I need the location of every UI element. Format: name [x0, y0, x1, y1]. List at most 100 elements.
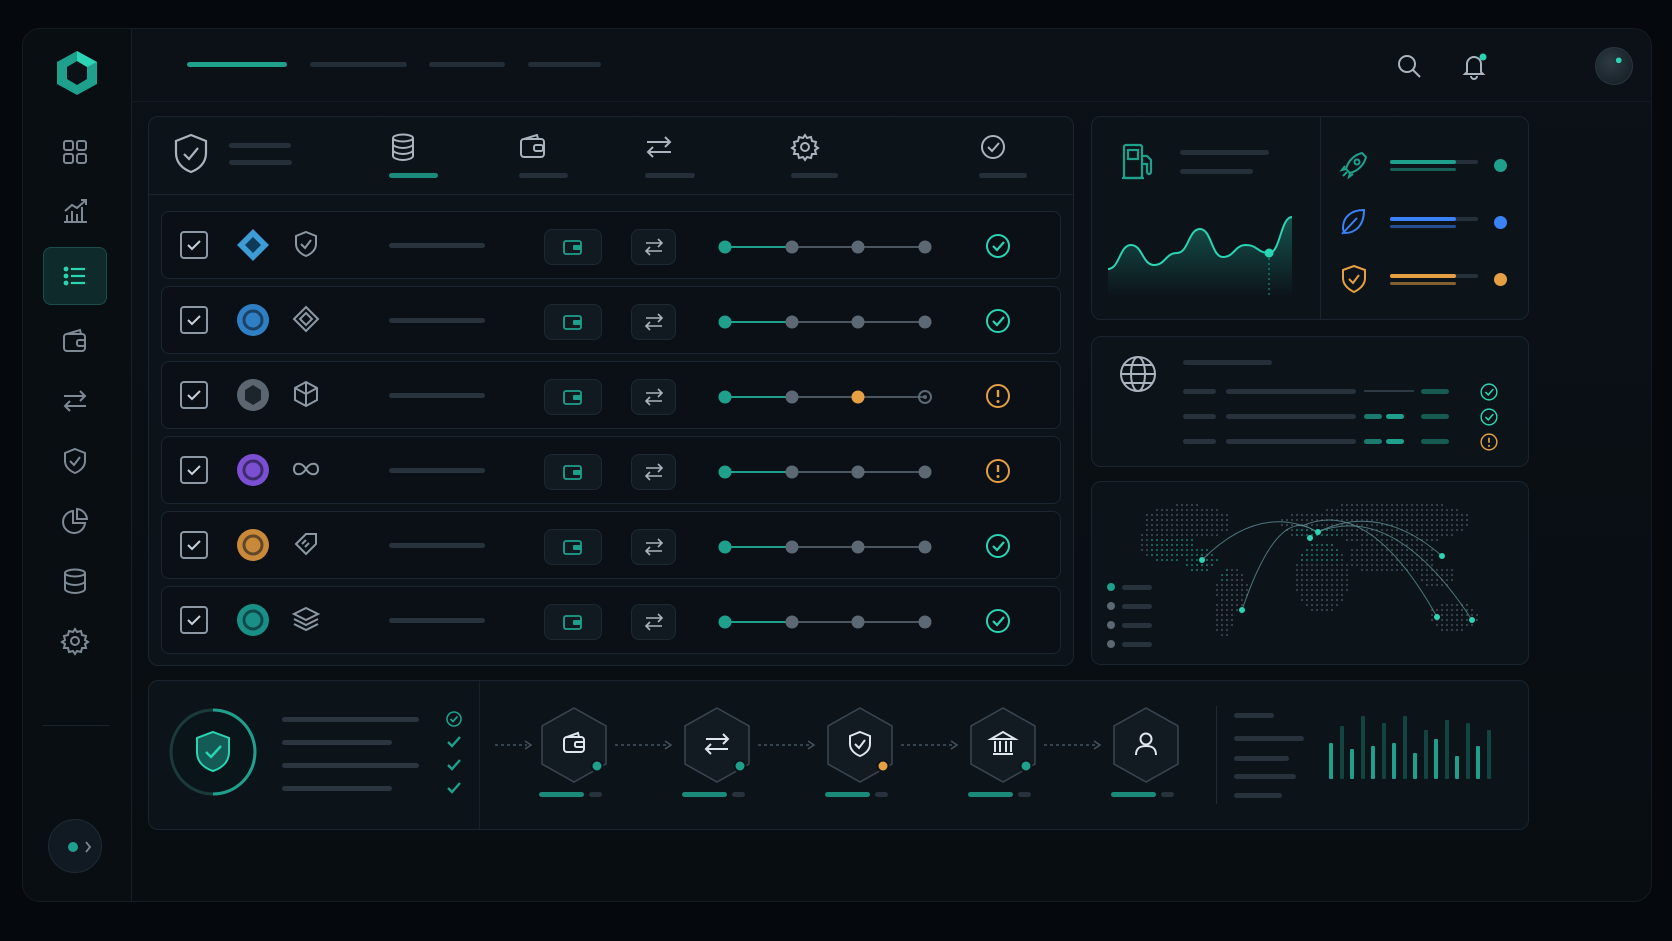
tab-activity[interactable]: [310, 62, 407, 67]
flow-step[interactable]: [1110, 706, 1182, 786]
table-row[interactable]: [161, 436, 1061, 504]
tab-history[interactable]: [528, 62, 601, 67]
row-status: [984, 307, 1012, 340]
speed-status-dot: [1494, 159, 1507, 172]
wallet-icon: [563, 615, 582, 630]
avatar[interactable]: [1595, 47, 1633, 85]
wallet-icon[interactable]: [519, 134, 547, 160]
sidebar-item-wallet[interactable]: [43, 312, 107, 370]
globe-icon: [1120, 356, 1156, 392]
search-icon[interactable]: [1394, 51, 1424, 81]
transactions-panel: [148, 116, 1074, 666]
sidebar-item-transfer[interactable]: [43, 372, 107, 430]
volume-bar: [1381, 722, 1386, 779]
speed-option[interactable]: [1338, 206, 1514, 240]
row-checkbox[interactable]: [180, 231, 208, 259]
shield-check-icon: [174, 133, 208, 174]
volume-bar: [1350, 749, 1354, 779]
chevron-right-icon: [68, 841, 92, 853]
gas-panel: [1091, 116, 1529, 320]
sidebar-item-analytics[interactable]: [43, 182, 107, 240]
sidebar-item-dashboard[interactable]: [43, 123, 107, 181]
row-status: [984, 532, 1012, 565]
volume-bar: [1476, 746, 1480, 779]
network-status-panel: [1091, 336, 1529, 467]
map-legend-dot: [1107, 583, 1115, 591]
row-wallet-button[interactable]: [544, 604, 602, 640]
check-circle-icon: [986, 534, 1010, 558]
row-transfer-button[interactable]: [631, 304, 676, 340]
row-progress-track: [718, 615, 932, 629]
speed-option[interactable]: [1338, 263, 1514, 297]
table-row[interactable]: [161, 586, 1061, 654]
network-row: [1183, 383, 1513, 404]
row-checkbox[interactable]: [180, 606, 208, 634]
transfer-icon[interactable]: [644, 134, 674, 160]
row-transfer-button[interactable]: [631, 379, 676, 415]
tab-overview[interactable]: [187, 62, 287, 67]
tag-icon: [294, 533, 317, 556]
row-wallet-button[interactable]: [544, 454, 602, 490]
check-circle-icon[interactable]: [979, 133, 1007, 161]
row-status: [984, 382, 1012, 415]
row-checkbox[interactable]: [180, 306, 208, 334]
flow-step-bar-secondary: [875, 792, 888, 797]
flow-step[interactable]: [681, 706, 753, 786]
hexagon-node: [1113, 707, 1179, 783]
flow-step-bar-secondary: [1018, 792, 1031, 797]
gas-price-chart: [1107, 216, 1293, 297]
map-legend-dot: [1107, 621, 1115, 629]
row-label-line: [389, 393, 485, 398]
volume-bar: [1360, 716, 1365, 779]
row-checkbox[interactable]: [180, 531, 208, 559]
row-progress-track: [718, 240, 932, 254]
tab-networks[interactable]: [429, 62, 505, 67]
sidebar-item-settings[interactable]: [43, 612, 107, 670]
row-checkbox[interactable]: [180, 456, 208, 484]
hex-token-icon: [237, 379, 269, 411]
header-line: [791, 173, 838, 178]
check-circle-icon: [986, 234, 1010, 258]
gas-title-line: [1180, 150, 1269, 155]
flow-step-bar-secondary: [732, 792, 745, 797]
sidebar-item-storage[interactable]: [43, 552, 107, 610]
flow-connector: [901, 740, 959, 750]
map-panel: [1091, 481, 1529, 665]
transfer-icon: [644, 613, 663, 631]
settings-icon[interactable]: [790, 132, 820, 162]
flow-step-bar-secondary: [1161, 792, 1174, 797]
row-transfer-button[interactable]: [631, 529, 676, 565]
sidebar-item-security[interactable]: [43, 432, 107, 490]
flow-step[interactable]: [538, 706, 610, 786]
row-checkbox[interactable]: [180, 381, 208, 409]
check-icon: [187, 540, 201, 551]
row-wallet-button[interactable]: [544, 379, 602, 415]
row-transfer-button[interactable]: [631, 229, 676, 265]
flow-step[interactable]: [967, 706, 1039, 786]
sidebar-item-reports[interactable]: [43, 492, 107, 550]
hexagon-logo[interactable]: [53, 49, 101, 97]
flow-step[interactable]: [824, 706, 896, 786]
bell-icon[interactable]: [1459, 51, 1489, 81]
table-row[interactable]: [161, 361, 1061, 429]
row-wallet-button[interactable]: [544, 529, 602, 565]
sidebar-item-transactions[interactable]: [43, 247, 107, 305]
sidebar-collapse-toggle[interactable]: [48, 819, 102, 873]
rocket-icon: [1339, 151, 1368, 180]
speed-status-dot: [1494, 216, 1507, 229]
database-icon[interactable]: [389, 132, 417, 162]
row-transfer-button[interactable]: [631, 454, 676, 490]
speed-option[interactable]: [1338, 149, 1514, 183]
check-icon: [187, 315, 201, 326]
row-label-line: [389, 618, 485, 623]
table-row[interactable]: [161, 286, 1061, 354]
volume-bars: [1329, 713, 1499, 779]
row-transfer-button[interactable]: [631, 604, 676, 640]
table-row[interactable]: [161, 511, 1061, 579]
table-row[interactable]: [161, 211, 1061, 279]
row-wallet-button[interactable]: [544, 304, 602, 340]
token-icon: [234, 301, 272, 344]
flow-checklist-line: [282, 740, 392, 745]
network-icon: [291, 604, 321, 639]
row-wallet-button[interactable]: [544, 229, 602, 265]
